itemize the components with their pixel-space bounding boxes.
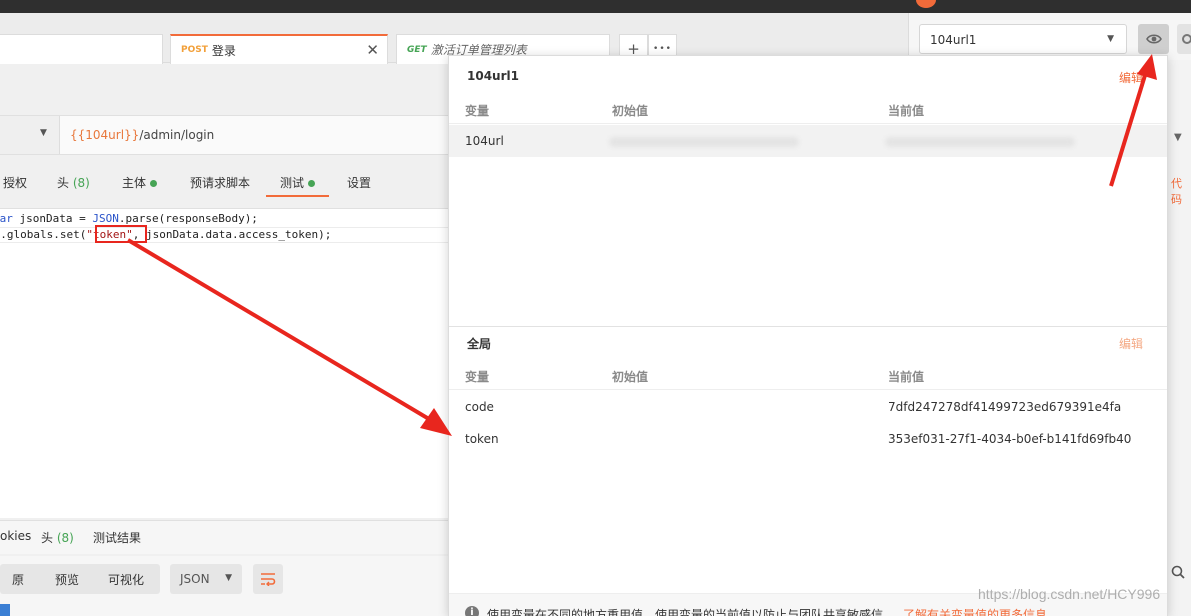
column-initial-value: 初始值 — [612, 104, 649, 118]
tab-tests[interactable]: 测试 — [266, 174, 330, 197]
table-row: token 353ef031-27f1-4034-b0ef-b141fd69fb… — [449, 423, 1167, 455]
status-dot-icon — [150, 180, 158, 187]
code-object: JSON — [92, 212, 119, 225]
column-current-value: 当前值 — [888, 370, 925, 384]
tab-headers[interactable]: 头 (8) — [57, 174, 90, 191]
eye-icon — [1145, 34, 1162, 44]
environment-table-header: 变量 初始值 当前值 — [449, 94, 1167, 124]
variable-name: token — [465, 432, 499, 446]
preview-button[interactable]: 预览 — [55, 564, 79, 594]
tab-cookies[interactable]: okies — [0, 529, 31, 543]
tab-previous[interactable] — [0, 34, 163, 64]
column-current-value: 当前值 — [888, 104, 925, 118]
column-variable: 变量 — [465, 370, 490, 384]
environment-title: 104url1 — [467, 69, 519, 83]
code-text: pm.globals.set( — [0, 228, 87, 241]
close-icon[interactable]: ✕ — [366, 41, 379, 59]
manage-environments-button[interactable] — [1177, 24, 1191, 54]
redacted-initial-value — [609, 137, 799, 147]
environment-selected: 104url1 — [930, 33, 977, 47]
url-path: /admin/login — [139, 128, 215, 142]
url-variable: {{104url}} — [70, 128, 140, 142]
tab-prerequest-script[interactable]: 预请求脚本 — [190, 174, 250, 191]
request-subtabs: 授权 头 (8) 主体 预请求脚本 测试 设置 — [0, 168, 450, 197]
edit-environment-link[interactable]: 编辑 — [1119, 69, 1143, 86]
column-initial-value: 初始值 — [612, 370, 649, 384]
globals-title: 全局 — [467, 337, 492, 351]
tab-body[interactable]: 主体 — [122, 174, 158, 191]
section-divider — [449, 326, 1167, 327]
chevron-down-icon: ▼ — [1107, 34, 1114, 44]
tab-settings-label: 设置 — [347, 176, 372, 190]
tab-method-get: GET — [407, 44, 427, 55]
right-panel: 代码 ▼ — [1168, 60, 1191, 616]
headers-count: (8) — [72, 176, 90, 190]
code-line-2: pm.globals.set("token", jsonData.data.ac… — [0, 228, 331, 241]
line-number-marker — [0, 604, 10, 616]
tab-settings[interactable]: 设置 — [347, 174, 371, 191]
code-snippet-link[interactable]: 代码 — [1171, 175, 1191, 207]
url-input[interactable]: {{104url}}/admin/login — [70, 128, 214, 142]
chevron-down-icon: ▼ — [40, 128, 47, 138]
footer-hint: 使用变量在不同的地方重用值。使用变量的当前值以防止与团队共享敏感信 — [487, 608, 884, 616]
tab-method-post: POST — [181, 45, 208, 55]
tab-tests-label: 测试 — [280, 176, 305, 190]
environment-select[interactable]: 104url1 ▼ — [919, 24, 1127, 54]
wrap-icon — [261, 573, 276, 586]
code-text: , jsonData.data.access_token); — [132, 228, 332, 241]
variable-name: code — [465, 400, 494, 414]
environment-quick-look-button[interactable] — [1138, 24, 1169, 54]
visualize-button[interactable]: 可视化 — [108, 564, 144, 594]
response-headers-count: (8) — [56, 531, 74, 545]
tab-headers-label: 头 — [57, 176, 70, 190]
tab-response-headers[interactable]: 头 (8) — [41, 529, 74, 546]
globals-table-header: 变量 初始值 当前值 — [449, 360, 1167, 390]
method-select[interactable]: ▼ — [0, 116, 60, 154]
wrap-lines-button[interactable] — [253, 564, 283, 594]
test-script-editor[interactable]: var jsonData = JSON.parse(responseBody);… — [0, 208, 450, 518]
environment-quick-look-popover: 104url1 编辑 变量 初始值 当前值 104url 全局 编辑 变量 初始… — [448, 55, 1168, 616]
format-select[interactable]: JSON ▼ — [170, 564, 242, 594]
tab-response-headers-label: 头 — [41, 531, 54, 545]
tab-label-login: 登录 — [211, 43, 236, 58]
tab-prerequest-label: 预请求脚本 — [190, 176, 251, 190]
more-icon: ••• — [653, 44, 672, 54]
code-keyword: var — [0, 212, 13, 225]
table-row: code 7dfd247278df41499723ed679391e4fa — [449, 391, 1167, 423]
edit-globals-link[interactable]: 编辑 — [1119, 335, 1143, 352]
current-value: 7dfd247278df41499723ed679391e4fa — [888, 400, 1122, 414]
tab-authorization-label: 授权 — [3, 176, 28, 190]
tab-login[interactable]: POST 登录 ✕ — [170, 34, 388, 64]
tab-authorization[interactable]: 授权 — [3, 174, 27, 191]
tab-test-results[interactable]: 测试结果 — [93, 529, 141, 546]
chevron-down-icon[interactable]: ▼ — [1174, 132, 1182, 143]
response-toolbar: 原 预览 可视化 JSON ▼ — [0, 556, 450, 616]
code-line-1: var jsonData = JSON.parse(responseBody); — [0, 212, 258, 225]
tab-body-label: 主体 — [122, 176, 147, 190]
title-bar — [0, 0, 1191, 13]
chevron-down-icon: ▼ — [225, 573, 232, 583]
annotation-highlight-box — [95, 225, 147, 243]
format-select-value: JSON — [180, 572, 210, 586]
watermark: https://blog.csdn.net/HCY996 — [978, 586, 1161, 602]
raw-view-button[interactable]: 原 — [12, 564, 24, 594]
variable-name: 104url — [465, 134, 504, 148]
response-tabs: okies 头 (8) 测试结果 — [0, 520, 450, 554]
current-value: 353ef031-27f1-4034-b0ef-b141fd69fb40 — [888, 432, 1132, 446]
status-dot-icon — [308, 180, 316, 187]
url-bar: ▼ {{104url}}/admin/login — [0, 115, 450, 155]
notification-icon[interactable] — [916, 0, 936, 8]
code-text: jsonData = — [12, 212, 93, 225]
gear-icon — [1182, 34, 1191, 44]
code-text: .parse(responseBody); — [118, 212, 258, 225]
learn-more-link[interactable]: 了解有关变量值的更多信息 — [903, 606, 1047, 616]
column-variable: 变量 — [465, 104, 490, 118]
info-icon: i — [465, 606, 479, 616]
redacted-current-value — [885, 137, 1075, 147]
search-icon[interactable] — [1171, 565, 1185, 579]
table-row: 104url — [449, 125, 1167, 157]
